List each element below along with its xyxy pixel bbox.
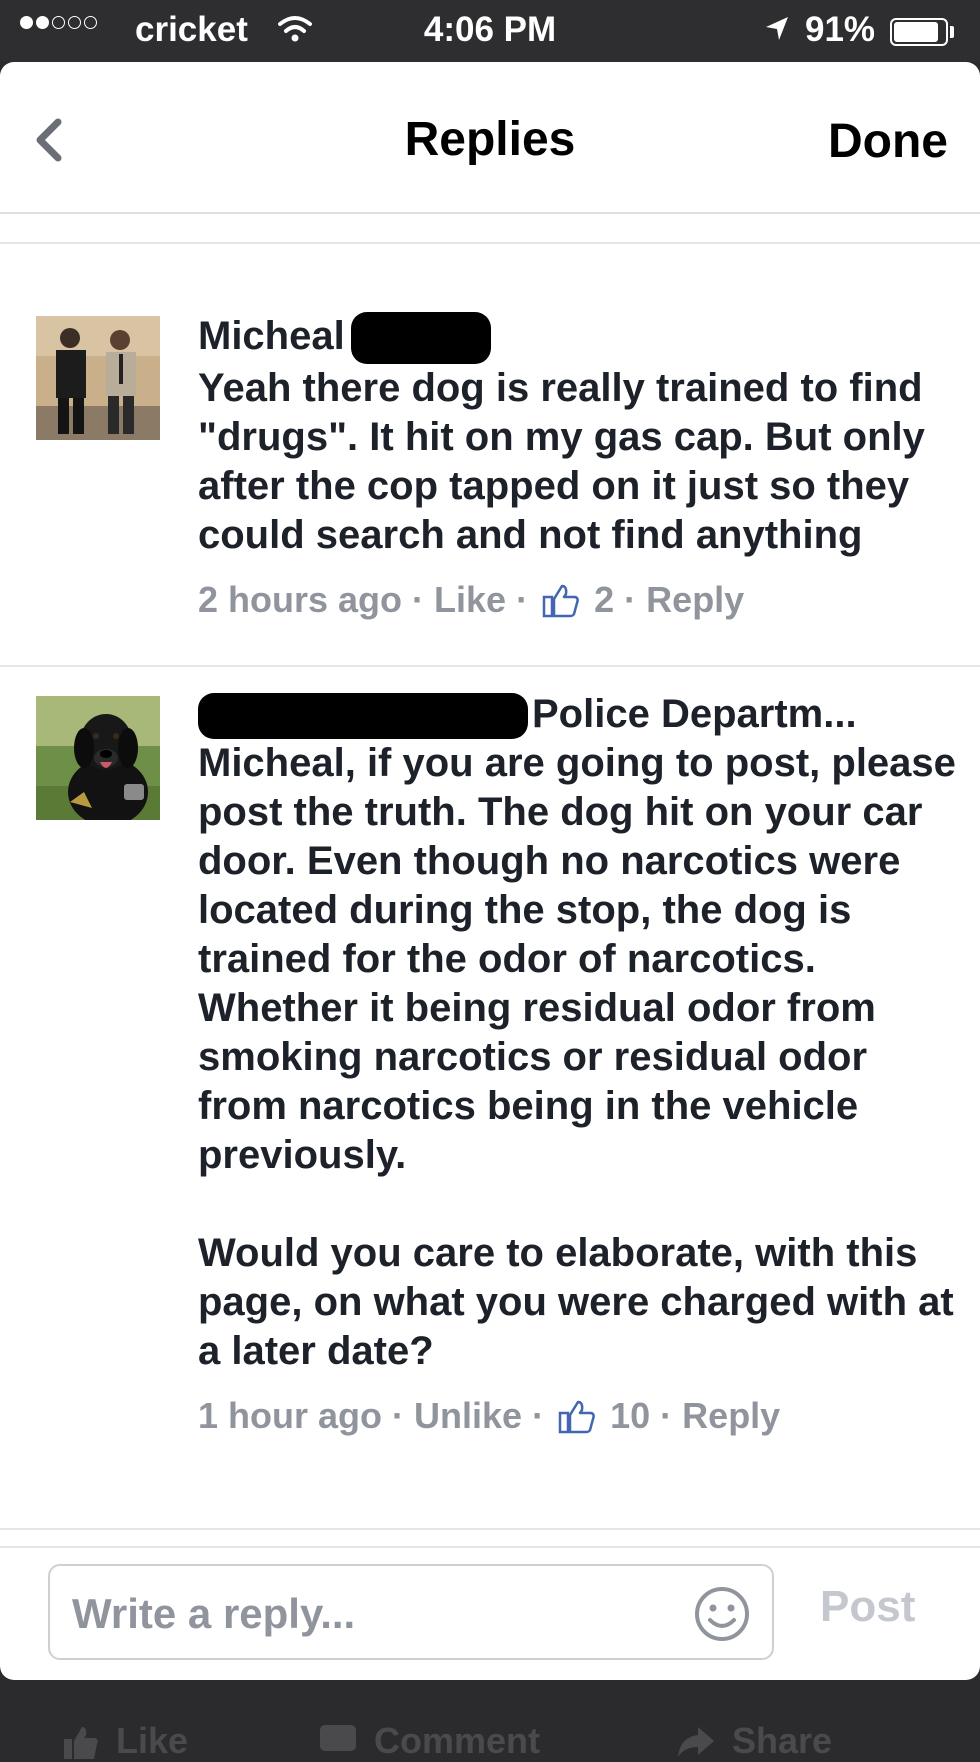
comment-meta: 1 hour ago · Unlike · 10 · Reply xyxy=(198,1395,781,1437)
comment-meta: 2 hours ago · Like · 2 · Reply xyxy=(198,579,745,621)
comment-text: Yeah there dog is really trained to find… xyxy=(198,364,958,560)
unlike-link[interactable]: Unlike xyxy=(414,1395,522,1436)
comment-author[interactable]: Micheal xyxy=(198,312,958,365)
battery-tip xyxy=(950,26,954,38)
reply-input[interactable] xyxy=(70,1584,654,1644)
comment-action[interactable]: Comment xyxy=(318,1720,540,1762)
redaction-mark xyxy=(350,312,491,365)
post-button[interactable]: Post xyxy=(820,1582,915,1632)
avatar[interactable] xyxy=(36,696,160,820)
author-name[interactable]: Police Departm... xyxy=(532,692,857,736)
comment-paragraph: Would you care to elaborate, with this p… xyxy=(198,1231,954,1374)
battery-percentage: 91% xyxy=(805,10,876,49)
divider xyxy=(0,1528,980,1530)
like-count[interactable]: 10 xyxy=(610,1395,650,1436)
bottom-action-bar: Like Comment Share xyxy=(0,1680,980,1761)
like-label: Like xyxy=(116,1720,189,1761)
reply-link[interactable]: Reply xyxy=(646,579,744,620)
comment-paragraph: Micheal, if you are going to post, pleas… xyxy=(198,741,956,1178)
avatar-photo-two-people xyxy=(36,316,160,440)
divider xyxy=(0,242,980,244)
divider xyxy=(0,665,980,667)
comment-author[interactable]: Police Departm... xyxy=(198,690,958,740)
thumbs-up-icon xyxy=(64,1727,98,1759)
avatar-photo-police-dog xyxy=(36,696,160,820)
share-action[interactable]: Share xyxy=(676,1720,832,1762)
status-bar: cricket 4:06 PM 91% xyxy=(0,0,980,62)
comment-label: Comment xyxy=(374,1720,541,1761)
comment-timestamp[interactable]: 2 hours ago xyxy=(198,579,402,620)
reply-composer xyxy=(48,1564,774,1660)
comment-paragraph: Yeah there dog is really trained to find… xyxy=(198,366,925,558)
location-arrow-icon xyxy=(766,17,788,40)
comment-icon xyxy=(320,1725,356,1751)
share-label: Share xyxy=(732,1720,833,1761)
done-button[interactable]: Done xyxy=(828,114,948,169)
comment-timestamp[interactable]: 1 hour ago xyxy=(198,1395,382,1436)
replies-sheet: Replies Done Micheal Yeah there dog is r… xyxy=(0,62,980,1680)
navigation-bar: Replies Done xyxy=(0,62,980,214)
like-count[interactable]: 2 xyxy=(594,579,614,620)
reply-link[interactable]: Reply xyxy=(682,1395,780,1436)
redaction-mark xyxy=(198,693,528,740)
like-link[interactable]: Like xyxy=(434,579,506,620)
share-icon xyxy=(678,1727,714,1757)
like-action[interactable]: Like xyxy=(60,1720,188,1762)
thumbs-up-icon xyxy=(558,1400,595,1434)
comment-text: Micheal, if you are going to post, pleas… xyxy=(198,739,958,1376)
battery-icon xyxy=(890,18,948,46)
thumbs-up-icon xyxy=(542,584,580,618)
avatar[interactable] xyxy=(36,316,160,440)
author-name[interactable]: Micheal xyxy=(198,314,345,358)
smiley-icon[interactable] xyxy=(692,1584,752,1644)
divider xyxy=(0,1546,980,1548)
